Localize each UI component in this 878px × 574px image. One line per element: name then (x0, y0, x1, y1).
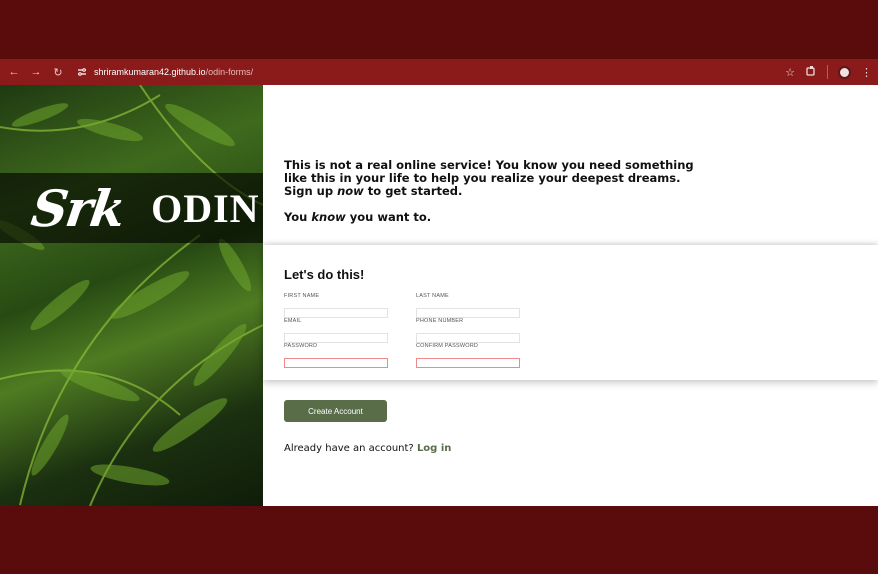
logo-mark: Srk (27, 178, 128, 238)
site-settings-icon[interactable] (76, 66, 88, 78)
phone-label: PHONE NUMBER (416, 318, 464, 324)
login-prompt-text: Already have an account? (284, 443, 414, 454)
toolbar-divider (827, 65, 828, 79)
email-label: EMAIL (284, 318, 302, 324)
confirm-password-input[interactable] (416, 358, 520, 368)
confirm-password-group: CONFIRM PASSWORD (416, 343, 520, 369)
first-name-input[interactable] (284, 308, 388, 318)
password-input[interactable] (284, 358, 388, 368)
last-name-group: LAST NAME (416, 293, 520, 319)
page-content: Srk ODIN This is not a real online servi… (0, 85, 878, 506)
create-account-button[interactable]: Create Account (284, 400, 387, 422)
first-name-group: FIRST NAME (284, 293, 388, 319)
phone-input[interactable] (416, 333, 520, 343)
url-host: shriramkumaran42.github.io (94, 67, 206, 77)
forward-icon[interactable]: → (28, 64, 44, 80)
browser-toolbar: ← → ↻ shriramkumaran42.github.io/odin-fo… (0, 59, 878, 85)
extensions-icon[interactable] (805, 65, 817, 80)
hero-image: Srk ODIN (0, 85, 263, 506)
signup-form: Let's do this! FIRST NAME LAST NAME EMAI… (263, 245, 878, 380)
login-prompt: Already have an account? Log in (284, 443, 451, 454)
intro-paragraph-2: You know you want to. (284, 210, 432, 224)
phone-group: PHONE NUMBER (416, 318, 520, 344)
confirm-password-label: CONFIRM PASSWORD (416, 343, 479, 349)
back-icon[interactable]: ← (6, 64, 22, 80)
logo-text: ODIN (151, 185, 260, 231)
last-name-label: LAST NAME (416, 293, 449, 299)
email-group: EMAIL (284, 318, 388, 344)
fern-leaves-image (0, 85, 263, 506)
intro-text: This is not a real online service! You k… (284, 159, 704, 237)
email-input[interactable] (284, 333, 388, 343)
star-icon[interactable]: ☆ (785, 66, 795, 79)
logo-banner: Srk ODIN (0, 173, 263, 243)
last-name-input[interactable] (416, 308, 520, 318)
login-link[interactable]: Log in (417, 443, 451, 454)
first-name-label: FIRST NAME (284, 293, 320, 299)
url-path: /odin-forms/ (205, 67, 254, 77)
form-heading: Let's do this! (284, 267, 365, 282)
address-bar[interactable]: shriramkumaran42.github.io/odin-forms/ (72, 63, 785, 81)
menu-icon[interactable]: ⋮ (861, 66, 872, 79)
profile-icon[interactable] (838, 65, 851, 79)
password-group: PASSWORD (284, 343, 388, 369)
intro-paragraph-1: This is not a real online service! You k… (284, 158, 694, 198)
password-label: PASSWORD (284, 343, 318, 349)
reload-icon[interactable]: ↻ (50, 64, 66, 80)
